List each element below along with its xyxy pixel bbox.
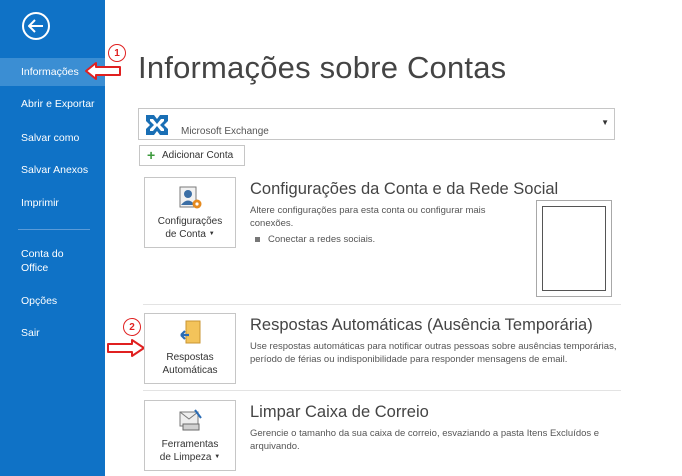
section-heading-account-settings: Configurações da Conta e da Rede Social	[250, 180, 559, 198]
tile-label-line2: de Conta ▼	[165, 228, 214, 241]
annotation-marker-1: 1	[108, 44, 126, 62]
section-description: Altere configurações para esta conta ou …	[250, 205, 486, 229]
sidebar-item-conta-office[interactable]: Conta do Office	[0, 244, 105, 278]
annotation-arrow-2-icon	[107, 339, 145, 357]
tile-label-text: de Limpeza	[159, 452, 212, 463]
sidebar-item-opcoes[interactable]: Opções	[0, 287, 105, 315]
back-arrow-icon	[28, 19, 43, 33]
tile-label-text: de Conta	[165, 229, 206, 240]
account-settings-tile[interactable]: Configurações de Conta ▼	[144, 177, 236, 248]
section-heading-cleanup: Limpar Caixa de Correio	[250, 403, 429, 421]
account-name: Microsoft Exchange	[181, 126, 269, 137]
annotation-marker-2: 2	[123, 318, 141, 336]
section-divider	[143, 390, 621, 391]
automatic-replies-tile[interactable]: Respostas Automáticas	[144, 313, 236, 384]
sidebar-item-salvar-anexos[interactable]: Salvar Anexos	[0, 156, 105, 184]
add-account-label: Adicionar Conta	[162, 150, 234, 161]
bullet-label: Conectar a redes sociais.	[268, 234, 376, 245]
tile-label-line1: Ferramentas	[161, 438, 219, 450]
section-description: Gerencie o tamanho da sua caixa de corre…	[250, 428, 600, 452]
annotation-arrow-1-icon	[85, 62, 121, 80]
exchange-icon	[146, 115, 168, 135]
caret-down-icon: ▼	[208, 230, 215, 237]
sidebar-item-salvar-como[interactable]: Salvar como	[0, 124, 105, 152]
section-divider	[143, 304, 621, 305]
social-connect-link[interactable]: Conectar a redes sociais.	[255, 234, 375, 245]
caret-down-icon: ▼	[214, 453, 221, 460]
back-button[interactable]	[22, 12, 50, 40]
section-heading-automatic-replies: Respostas Automáticas (Ausência Temporár…	[250, 316, 593, 334]
section-description: Use respostas automáticas para notificar…	[250, 341, 617, 365]
cleanup-tools-tile[interactable]: Ferramentas de Limpeza ▼	[144, 400, 236, 471]
account-selector[interactable]: Microsoft Exchange ▼	[138, 108, 615, 140]
tile-label-line2: de Limpeza ▼	[160, 451, 220, 464]
cleanup-tools-icon	[179, 409, 202, 431]
sidebar-item-label: Conta do Office	[21, 248, 64, 274]
automatic-replies-icon	[180, 320, 201, 344]
page-title: Informações sobre Contas	[138, 50, 507, 85]
sidebar-item-abrir-exportar[interactable]: Abrir e Exportar	[0, 90, 105, 118]
sidebar-item-sair[interactable]: Sair	[0, 319, 105, 347]
sidebar-divider	[18, 229, 90, 230]
account-settings-icon	[179, 186, 202, 209]
add-account-button[interactable]: + Adicionar Conta	[139, 145, 245, 166]
bullet-icon	[255, 237, 260, 242]
chevron-down-icon[interactable]: ▼	[601, 118, 609, 127]
plus-icon: +	[147, 147, 156, 163]
sidebar-item-imprimir[interactable]: Imprimir	[0, 189, 105, 217]
tile-label-line1: Respostas	[166, 352, 214, 363]
profile-photo-placeholder	[536, 200, 612, 297]
tile-label-line2: Automáticas	[162, 365, 218, 376]
tile-label-line1: Configurações	[157, 215, 223, 227]
